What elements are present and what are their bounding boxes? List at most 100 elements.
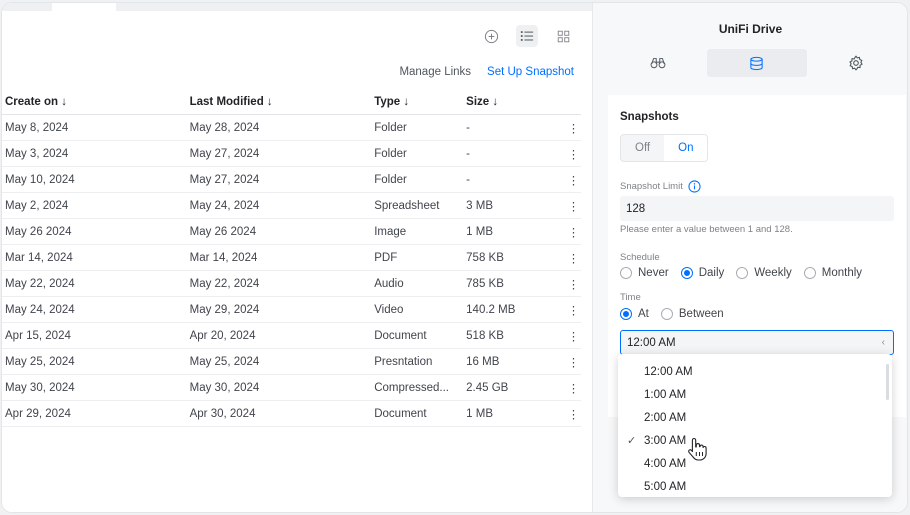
table-row[interactable]: May 30, 2024 May 30, 2024 Compressed... 2.4… (2, 374, 581, 401)
cell-type: Compressed... (374, 374, 467, 401)
time-radio-label: Between (678, 308, 724, 320)
cell-modified: May 24, 2024 (189, 192, 375, 219)
radio-button-icon[interactable] (680, 267, 693, 279)
settings-icon[interactable] (807, 49, 906, 77)
cell-size: 758 KB (466, 244, 566, 271)
column-header-size[interactable]: Size ↓ (466, 89, 566, 115)
time-radio-between[interactable]: Between (660, 308, 724, 320)
cell-created: May 3, 2024 (2, 140, 190, 167)
grid-view-icon[interactable] (552, 25, 574, 47)
schedule-radio-never[interactable]: Never (620, 267, 669, 279)
row-more-icon[interactable]: ⋮ (565, 218, 581, 245)
column-header-modified[interactable]: Last Modified ↓ (189, 89, 375, 115)
table-row[interactable]: May 26 2024 May 26 2024 Image 1 MB ⋮ (2, 218, 581, 245)
time-option[interactable]: ✓ 3:00 AM (618, 429, 892, 452)
radio-button-icon[interactable] (620, 308, 632, 320)
time-option[interactable]: 4:00 AM (618, 452, 892, 475)
list-view-icon[interactable] (516, 25, 538, 47)
row-more-icon[interactable]: ⋮ (565, 322, 581, 349)
cell-type: Folder (374, 140, 467, 167)
row-more-icon[interactable]: ⋮ (565, 348, 581, 375)
action-links: Manage Links Set Up Snapshot (399, 66, 574, 78)
tab-strip (2, 3, 592, 11)
radio-button-icon[interactable] (736, 267, 749, 279)
cell-modified: May 25, 2024 (189, 348, 375, 375)
row-more-icon[interactable]: ⋮ (565, 296, 581, 323)
manage-links-link[interactable]: Manage Links (399, 66, 471, 78)
cell-modified: May 29, 2024 (189, 296, 375, 323)
view-toolbar (480, 25, 574, 47)
time-option[interactable]: 12:00 AM (618, 360, 892, 383)
table-row[interactable]: May 3, 2024 May 27, 2024 Folder - ⋮ (2, 140, 581, 167)
time-option[interactable]: 5:00 AM (618, 475, 892, 497)
cell-created: May 22, 2024 (2, 270, 190, 297)
snapshot-limit-input[interactable]: 128 (620, 196, 894, 221)
column-header-actions (565, 89, 581, 115)
time-label: Time (620, 292, 641, 303)
column-header-created[interactable]: Create on ↓ (2, 89, 190, 115)
active-tab[interactable] (52, 3, 116, 11)
time-select[interactable]: 12:00 AM ‹ (620, 330, 894, 355)
binoculars-icon[interactable] (608, 49, 707, 77)
row-more-icon[interactable]: ⋮ (565, 400, 581, 427)
file-table: Create on ↓ Last Modified ↓ Type ↓ Size … (2, 89, 581, 427)
cell-created: May 2, 2024 (2, 192, 190, 219)
table-row[interactable]: May 10, 2024 May 27, 2024 Folder - ⋮ (2, 166, 581, 193)
row-more-icon[interactable]: ⋮ (565, 270, 581, 297)
file-list-pane: Manage Links Set Up Snapshot Create on ↓… (2, 3, 592, 512)
table-row[interactable]: May 25, 2024 May 25, 2024 Presntation 16 MB… (2, 348, 581, 375)
set-up-snapshot-link[interactable]: Set Up Snapshot (487, 66, 574, 78)
table-row[interactable]: Apr 29, 2024 Apr 30, 2024 Document 1 MB ⋮ (2, 400, 581, 427)
info-icon[interactable] (688, 180, 701, 193)
cell-type: Video (374, 296, 467, 323)
dropdown-scrollbar[interactable] (886, 364, 889, 400)
table-row[interactable]: Mar 14, 2024 Mar 14, 2024 PDF 758 KB ⋮ (2, 244, 581, 271)
chevron-left-icon: ‹ (881, 337, 885, 348)
table-row[interactable]: May 24, 2024 May 29, 2024 Video 140.2 MB ⋮ (2, 296, 581, 323)
cell-modified: May 27, 2024 (189, 166, 375, 193)
cell-type: Audio (374, 270, 467, 297)
cell-created: May 24, 2024 (2, 296, 190, 323)
cell-created: Apr 15, 2024 (2, 322, 190, 349)
panel-tabs (608, 49, 906, 77)
toggle-on-option[interactable]: On (664, 135, 708, 161)
schedule-radio-label: Monthly (821, 267, 863, 279)
column-header-type[interactable]: Type ↓ (374, 89, 467, 115)
table-row[interactable]: May 2, 2024 May 24, 2024 Spreadsheet 3 MB ⋮ (2, 192, 581, 219)
row-more-icon[interactable]: ⋮ (565, 244, 581, 271)
radio-button-icon[interactable] (620, 267, 632, 279)
cell-type: Folder (374, 114, 467, 141)
cell-created: Mar 14, 2024 (2, 244, 190, 271)
row-more-icon[interactable]: ⋮ (565, 374, 581, 401)
snapshot-limit-label: Snapshot Limit (620, 181, 683, 192)
table-row[interactable]: Apr 15, 2024 Apr 20, 2024 Document 518 KB ⋮ (2, 322, 581, 349)
cell-modified: May 30, 2024 (189, 374, 375, 401)
table-row[interactable]: May 8, 2024 May 28, 2024 Folder - ⋮ (2, 114, 581, 141)
snapshot-limit-hint: Please enter a value between 1 and 128. (620, 224, 793, 235)
toggle-off-option[interactable]: Off (621, 135, 664, 161)
cell-size: 785 KB (466, 270, 566, 297)
schedule-radio-label: Never (638, 267, 669, 279)
time-radio-group: At Between (620, 308, 724, 320)
add-circle-icon[interactable] (480, 25, 502, 47)
row-more-icon[interactable]: ⋮ (565, 166, 581, 193)
row-more-icon[interactable]: ⋮ (565, 114, 581, 141)
cell-size: 518 KB (466, 322, 566, 349)
time-option[interactable]: 1:00 AM (618, 383, 892, 406)
table-row[interactable]: May 22, 2024 May 22, 2024 Audio 785 KB ⋮ (2, 270, 581, 297)
cell-created: May 8, 2024 (2, 114, 190, 141)
schedule-radio-weekly[interactable]: Weekly (736, 267, 792, 279)
cell-modified: May 26 2024 (189, 218, 375, 245)
row-more-icon[interactable]: ⋮ (565, 140, 581, 167)
time-option[interactable]: 2:00 AM (618, 406, 892, 429)
snapshot-limit-label-row: Snapshot Limit (620, 180, 701, 193)
storage-icon[interactable] (707, 49, 807, 77)
schedule-radio-daily[interactable]: Daily (680, 267, 724, 279)
cell-modified: Mar 14, 2024 (189, 244, 375, 271)
row-more-icon[interactable]: ⋮ (565, 192, 581, 219)
cell-modified: May 28, 2024 (189, 114, 375, 141)
time-radio-at[interactable]: At (620, 308, 649, 320)
radio-button-icon[interactable] (803, 267, 816, 279)
radio-button-icon[interactable] (660, 308, 673, 320)
schedule-radio-monthly[interactable]: Monthly (803, 267, 863, 279)
